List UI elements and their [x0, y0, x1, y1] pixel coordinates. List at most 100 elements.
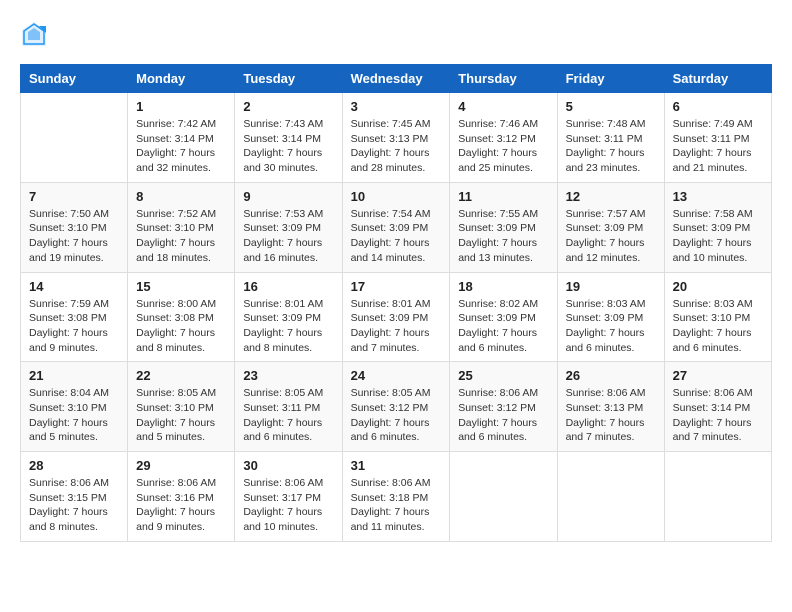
day-info: Sunrise: 8:06 AM Sunset: 3:15 PM Dayligh…: [29, 476, 119, 535]
calendar-cell: 9Sunrise: 7:53 AM Sunset: 3:09 PM Daylig…: [235, 182, 342, 272]
day-number: 17: [351, 279, 442, 294]
calendar-cell: 4 Sunrise: 7:46 AM Sunset: 3:12 PM Daylig…: [450, 93, 557, 183]
calendar-cell: 16 Sunrise: 8:01 AM Sunset: 3:09 PM Dayli…: [235, 272, 342, 362]
day-info: Sunrise: 7:43 AM Sunset: 3:14 PM Dayligh…: [243, 117, 333, 176]
calendar-header-monday: Monday: [128, 65, 235, 93]
calendar-cell: 18Sunrise: 8:02 AM Sunset: 3:09 PM Dayli…: [450, 272, 557, 362]
day-info: Sunrise: 7:46 AM Sunset: 3:12 PM Dayligh…: [458, 117, 548, 176]
day-number: 18: [458, 279, 548, 294]
calendar-cell: 1Sunrise: 7:42 AM Sunset: 3:14 PM Daylig…: [128, 93, 235, 183]
day-number: 20: [673, 279, 763, 294]
day-number: 15: [136, 279, 226, 294]
calendar-header-row: SundayMondayTuesdayWednesdayThursdayFrid…: [21, 65, 772, 93]
calendar-cell: 3Sunrise: 7:45 AM Sunset: 3:13 PM Daylig…: [342, 93, 450, 183]
calendar-cell: 14 Sunrise: 7:59 AM Sunset: 3:08 PM Dayli…: [21, 272, 128, 362]
calendar-cell: 20Sunrise: 8:03 AM Sunset: 3:10 PM Dayli…: [664, 272, 771, 362]
day-info: Sunrise: 7:59 AM Sunset: 3:08 PM Dayligh…: [29, 297, 119, 356]
day-number: 13: [673, 189, 763, 204]
day-info: Sunrise: 8:01 AM Sunset: 3:09 PM Dayligh…: [351, 297, 442, 356]
day-info: Sunrise: 8:00 AM Sunset: 3:08 PM Dayligh…: [136, 297, 226, 356]
day-number: 25: [458, 368, 548, 383]
calendar-cell: 30 Sunrise: 8:06 AM Sunset: 3:17 PM Dayli…: [235, 452, 342, 542]
calendar-cell: 25 Sunrise: 8:06 AM Sunset: 3:12 PM Dayli…: [450, 362, 557, 452]
day-info: Sunrise: 7:53 AM Sunset: 3:09 PM Dayligh…: [243, 207, 333, 266]
calendar-header-tuesday: Tuesday: [235, 65, 342, 93]
day-number: 21: [29, 368, 119, 383]
calendar-header-sunday: Sunday: [21, 65, 128, 93]
day-info: Sunrise: 8:04 AM Sunset: 3:10 PM Dayligh…: [29, 386, 119, 445]
calendar-cell: 11 Sunrise: 7:55 AM Sunset: 3:09 PM Dayli…: [450, 182, 557, 272]
calendar-header-saturday: Saturday: [664, 65, 771, 93]
day-info: Sunrise: 8:03 AM Sunset: 3:09 PM Dayligh…: [566, 297, 656, 356]
day-number: 3: [351, 99, 442, 114]
calendar-cell: 7Sunrise: 7:50 AM Sunset: 3:10 PM Daylig…: [21, 182, 128, 272]
day-number: 24: [351, 368, 442, 383]
calendar-cell: 26Sunrise: 8:06 AM Sunset: 3:13 PM Dayli…: [557, 362, 664, 452]
page-header: [20, 20, 772, 48]
day-info: Sunrise: 7:58 AM Sunset: 3:09 PM Dayligh…: [673, 207, 763, 266]
day-info: Sunrise: 8:06 AM Sunset: 3:14 PM Dayligh…: [673, 386, 763, 445]
calendar-table: SundayMondayTuesdayWednesdayThursdayFrid…: [20, 64, 772, 542]
day-info: Sunrise: 8:06 AM Sunset: 3:17 PM Dayligh…: [243, 476, 333, 535]
calendar-cell: 21 Sunrise: 8:04 AM Sunset: 3:10 PM Dayli…: [21, 362, 128, 452]
day-number: 2: [243, 99, 333, 114]
day-info: Sunrise: 7:48 AM Sunset: 3:11 PM Dayligh…: [566, 117, 656, 176]
day-number: 5: [566, 99, 656, 114]
day-number: 14: [29, 279, 119, 294]
calendar-cell: 27 Sunrise: 8:06 AM Sunset: 3:14 PM Dayli…: [664, 362, 771, 452]
calendar-week-row: 28 Sunrise: 8:06 AM Sunset: 3:15 PM Dayli…: [21, 452, 772, 542]
day-info: Sunrise: 8:05 AM Sunset: 3:12 PM Dayligh…: [351, 386, 442, 445]
calendar-cell: 31 Sunrise: 8:06 AM Sunset: 3:18 PM Dayli…: [342, 452, 450, 542]
day-info: Sunrise: 8:06 AM Sunset: 3:12 PM Dayligh…: [458, 386, 548, 445]
day-info: Sunrise: 8:06 AM Sunset: 3:13 PM Dayligh…: [566, 386, 656, 445]
calendar-cell: 19Sunrise: 8:03 AM Sunset: 3:09 PM Dayli…: [557, 272, 664, 362]
day-number: 27: [673, 368, 763, 383]
calendar-cell: 23 Sunrise: 8:05 AM Sunset: 3:11 PM Dayli…: [235, 362, 342, 452]
day-info: Sunrise: 7:55 AM Sunset: 3:09 PM Dayligh…: [458, 207, 548, 266]
calendar-cell: 29 Sunrise: 8:06 AM Sunset: 3:16 PM Dayli…: [128, 452, 235, 542]
day-number: 8: [136, 189, 226, 204]
calendar-cell: 10 Sunrise: 7:54 AM Sunset: 3:09 PM Dayli…: [342, 182, 450, 272]
day-number: 4: [458, 99, 548, 114]
day-number: 16: [243, 279, 333, 294]
logo-icon: [20, 20, 48, 48]
calendar-cell: 17 Sunrise: 8:01 AM Sunset: 3:09 PM Dayli…: [342, 272, 450, 362]
calendar-week-row: 1Sunrise: 7:42 AM Sunset: 3:14 PM Daylig…: [21, 93, 772, 183]
day-number: 31: [351, 458, 442, 473]
calendar-header-friday: Friday: [557, 65, 664, 93]
day-number: 29: [136, 458, 226, 473]
day-info: Sunrise: 7:49 AM Sunset: 3:11 PM Dayligh…: [673, 117, 763, 176]
day-number: 1: [136, 99, 226, 114]
calendar-cell: [664, 452, 771, 542]
calendar-cell: 12 Sunrise: 7:57 AM Sunset: 3:09 PM Dayli…: [557, 182, 664, 272]
day-number: 6: [673, 99, 763, 114]
calendar-cell: 24 Sunrise: 8:05 AM Sunset: 3:12 PM Dayli…: [342, 362, 450, 452]
day-number: 11: [458, 189, 548, 204]
day-number: 30: [243, 458, 333, 473]
day-info: Sunrise: 7:57 AM Sunset: 3:09 PM Dayligh…: [566, 207, 656, 266]
day-number: 12: [566, 189, 656, 204]
calendar-header-wednesday: Wednesday: [342, 65, 450, 93]
calendar-cell: 8 Sunrise: 7:52 AM Sunset: 3:10 PM Daylig…: [128, 182, 235, 272]
calendar-cell: [21, 93, 128, 183]
calendar-cell: [450, 452, 557, 542]
calendar-cell: 6 Sunrise: 7:49 AM Sunset: 3:11 PM Daylig…: [664, 93, 771, 183]
day-number: 23: [243, 368, 333, 383]
day-info: Sunrise: 8:05 AM Sunset: 3:11 PM Dayligh…: [243, 386, 333, 445]
day-number: 10: [351, 189, 442, 204]
calendar-cell: 22Sunrise: 8:05 AM Sunset: 3:10 PM Dayli…: [128, 362, 235, 452]
day-number: 22: [136, 368, 226, 383]
day-info: Sunrise: 8:06 AM Sunset: 3:16 PM Dayligh…: [136, 476, 226, 535]
day-info: Sunrise: 7:54 AM Sunset: 3:09 PM Dayligh…: [351, 207, 442, 266]
day-info: Sunrise: 8:01 AM Sunset: 3:09 PM Dayligh…: [243, 297, 333, 356]
calendar-cell: 28 Sunrise: 8:06 AM Sunset: 3:15 PM Dayli…: [21, 452, 128, 542]
calendar-week-row: 7Sunrise: 7:50 AM Sunset: 3:10 PM Daylig…: [21, 182, 772, 272]
logo: [20, 20, 52, 48]
calendar-cell: 5 Sunrise: 7:48 AM Sunset: 3:11 PM Daylig…: [557, 93, 664, 183]
day-number: 7: [29, 189, 119, 204]
calendar-week-row: 14 Sunrise: 7:59 AM Sunset: 3:08 PM Dayli…: [21, 272, 772, 362]
day-number: 28: [29, 458, 119, 473]
day-info: Sunrise: 8:06 AM Sunset: 3:18 PM Dayligh…: [351, 476, 442, 535]
day-info: Sunrise: 7:52 AM Sunset: 3:10 PM Dayligh…: [136, 207, 226, 266]
calendar-cell: 2 Sunrise: 7:43 AM Sunset: 3:14 PM Daylig…: [235, 93, 342, 183]
